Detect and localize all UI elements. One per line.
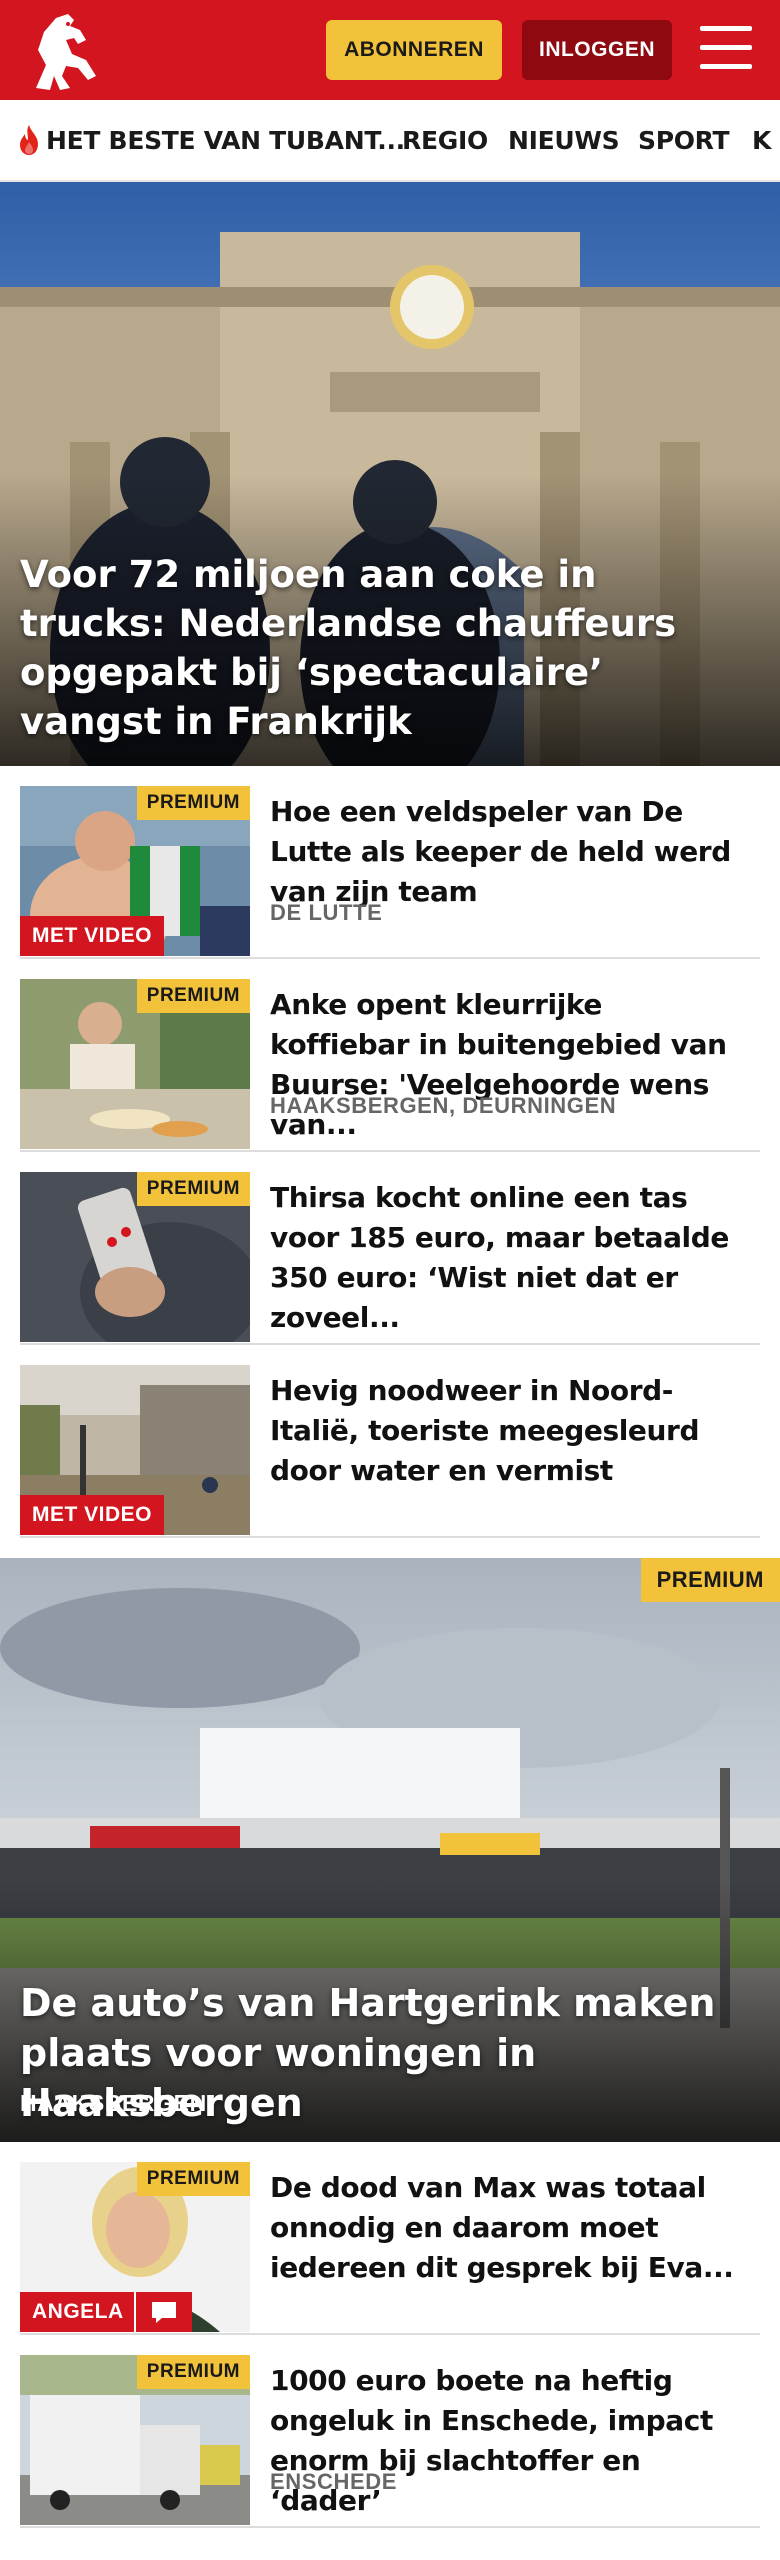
list-item[interactable]: MET VIDEO Hevig noodweer in Noord-Italië…	[20, 1345, 760, 1538]
premium-badge: PREMIUM	[136, 1172, 250, 1206]
premium-badge: PREMIUM	[640, 1558, 780, 1602]
article-thumbnail: PREMIUM ANGELA	[20, 2162, 250, 2332]
article-title: Hoe een veldspeler van De Lutte als keep…	[270, 795, 731, 908]
article-title: 1000 euro boete na heftig ongeluk in Ens…	[270, 2364, 713, 2517]
article-thumbnail: PREMIUM MET VIDEO	[20, 786, 250, 956]
top-bar: ABONNEREN INLOGGEN	[0, 0, 780, 100]
article-title: Anke opent kleurrijke koffiebar in buite…	[270, 988, 727, 1141]
nav-item-best-of[interactable]: HET BESTE VAN TUBANT...	[16, 100, 405, 180]
article-title: Hevig noodweer in Noord-Italië, toeriste…	[270, 1374, 700, 1487]
article-list: PREMIUM MET VIDEO Hoe een veldspeler van…	[0, 766, 780, 1538]
list-item[interactable]: PREMIUM 1000 euro boete na heftig ongelu…	[20, 2335, 760, 2528]
nav-item-label: SPORT	[638, 125, 730, 155]
nav-item-label: NIEUWS	[508, 125, 620, 155]
list-item[interactable]: PREMIUM MET VIDEO Hoe een veldspeler van…	[20, 766, 760, 959]
article-thumbnail: MET VIDEO	[20, 1365, 250, 1535]
article-thumbnail: PREMIUM	[20, 979, 250, 1149]
hamburger-menu-icon[interactable]	[700, 26, 752, 72]
flame-icon	[20, 125, 38, 155]
nav-item-label: K	[752, 125, 772, 155]
nav-item-sport[interactable]: SPORT	[638, 100, 730, 180]
article-thumbnail: PREMIUM	[20, 1172, 250, 1342]
feature-location: HAAKSBERGEN	[20, 2090, 207, 2116]
author-badge: ANGELA	[20, 2292, 136, 2332]
hero-article[interactable]: Voor 72 miljoen aan coke in trucks: Nede…	[0, 182, 780, 766]
tubantia-horse-logo-icon[interactable]	[16, 10, 104, 92]
video-badge: MET VIDEO	[20, 916, 165, 956]
video-badge: MET VIDEO	[20, 1495, 165, 1535]
nav-item-label: REGIO	[402, 125, 488, 155]
list-item[interactable]: PREMIUM Thirsa kocht online een tas voor…	[20, 1152, 760, 1345]
premium-badge: PREMIUM	[136, 979, 250, 1013]
article-title: Thirsa kocht online een tas voor 185 eur…	[270, 1181, 729, 1334]
login-button[interactable]: INLOGGEN	[522, 20, 672, 80]
nav-item-more[interactable]: K	[752, 100, 771, 180]
subscribe-button[interactable]: ABONNEREN	[326, 20, 502, 80]
hero-title: Voor 72 miljoen aan coke in trucks: Nede…	[20, 553, 677, 743]
list-item[interactable]: PREMIUM ANGELA De dood van Max was totaa…	[20, 2142, 760, 2335]
feature-article[interactable]: PREMIUM De auto’s van Hartgerink maken p…	[0, 1558, 780, 2142]
premium-badge: PREMIUM	[136, 786, 250, 820]
nav-item-label: HET BESTE VAN TUBANT...	[46, 125, 405, 155]
list-item[interactable]: PREMIUM Anke opent kleurrijke koffiebar …	[20, 959, 760, 1152]
premium-badge: PREMIUM	[136, 2355, 250, 2389]
nav-item-regio[interactable]: REGIO	[402, 100, 488, 180]
article-location: DE LUTTE	[270, 900, 383, 925]
article-location: HAAKSBERGEN, DEURNINGEN	[270, 1093, 617, 1118]
premium-badge: PREMIUM	[136, 2162, 250, 2196]
section-nav: HET BESTE VAN TUBANT... REGIO NIEUWS SPO…	[0, 100, 780, 182]
article-title: De dood van Max was totaal onnodig en da…	[270, 2171, 734, 2284]
article-thumbnail: PREMIUM	[20, 2355, 250, 2525]
article-location: ENSCHEDE	[270, 2469, 398, 2494]
comment-bubble-icon	[134, 2292, 192, 2332]
article-list-2: PREMIUM ANGELA De dood van Max was totaa…	[0, 2142, 780, 2528]
nav-item-nieuws[interactable]: NIEUWS	[508, 100, 620, 180]
